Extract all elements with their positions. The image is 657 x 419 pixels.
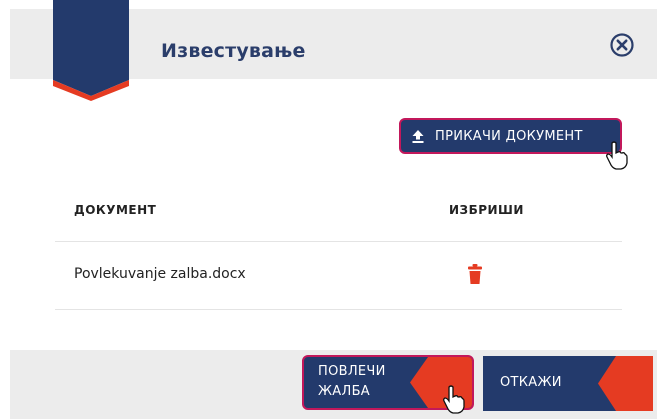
cancel-button-label: ОТКАЖИ (500, 375, 562, 390)
upload-document-button[interactable]: ПРИКАЧИ ДОКУМЕНТ (399, 118, 622, 154)
column-header-document: ДОКУМЕНТ (74, 203, 157, 217)
hand-cursor-icon (606, 141, 628, 170)
cancel-button[interactable]: ОТКАЖИ (483, 356, 653, 411)
withdraw-button-label: ПОВЛЕЧИ ЖАЛБА (318, 364, 386, 399)
column-header-delete: ИЗБРИШИ (449, 203, 524, 217)
hand-cursor-icon (443, 385, 465, 414)
close-icon[interactable] (609, 32, 635, 58)
header-badge-icon (53, 0, 129, 101)
table-divider (55, 309, 622, 310)
document-filename: Povlekuvanje zalba.docx (74, 266, 246, 282)
table-divider (55, 241, 622, 242)
chevron-left-icon (598, 356, 653, 411)
upload-icon (412, 130, 424, 143)
trash-icon[interactable] (468, 264, 482, 284)
upload-button-label: ПРИКАЧИ ДОКУМЕНТ (435, 128, 583, 144)
dialog-title: Известување (161, 40, 306, 62)
